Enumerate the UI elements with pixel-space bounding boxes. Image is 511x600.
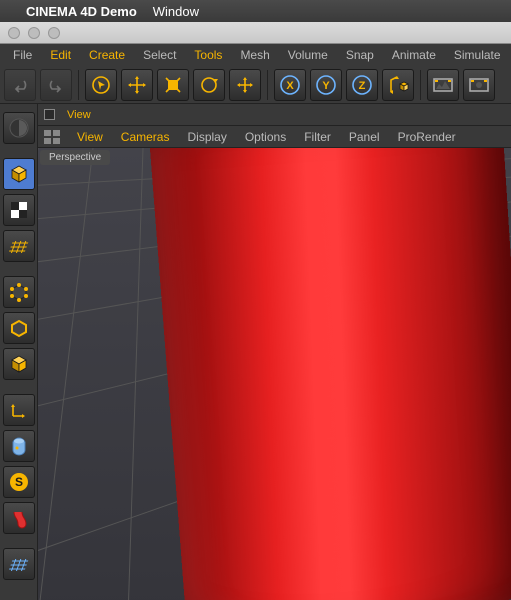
viewmenu-options[interactable]: Options xyxy=(238,128,293,146)
svg-text:S: S xyxy=(14,475,22,489)
undo-button[interactable] xyxy=(4,69,36,101)
z-axis-lock-button[interactable]: Z xyxy=(346,69,378,101)
live-select-tool-button[interactable] xyxy=(85,69,117,101)
viewmenu-cameras[interactable]: Cameras xyxy=(114,128,177,146)
menu-create[interactable]: Create xyxy=(82,46,132,64)
viewport-panel: View View Cameras Display Options Filter… xyxy=(38,104,511,600)
snap-enable-button[interactable]: S xyxy=(3,466,35,498)
axis-mode-button[interactable] xyxy=(3,394,35,426)
menu-simulate[interactable]: Simulate xyxy=(447,46,508,64)
viewmenu-view[interactable]: View xyxy=(70,128,110,146)
move-tool-button[interactable] xyxy=(121,69,153,101)
svg-text:X: X xyxy=(286,80,294,92)
menu-snap[interactable]: Snap xyxy=(339,46,381,64)
mac-menu-window[interactable]: Window xyxy=(153,4,199,19)
menu-file[interactable]: File xyxy=(6,46,39,64)
x-axis-lock-button[interactable]: X xyxy=(274,69,306,101)
mac-app-name[interactable]: CINEMA 4D Demo xyxy=(26,4,137,19)
texture-mode-button[interactable] xyxy=(3,194,35,226)
viewport-header: View xyxy=(38,104,511,126)
workplane-mode-button[interactable] xyxy=(3,230,35,262)
workplane-grid-button[interactable] xyxy=(3,548,35,580)
main-toolbar: X Y Z xyxy=(0,66,511,104)
app-menubar: File Edit Create Select Tools Mesh Volum… xyxy=(0,44,511,66)
viewport-menubar: View Cameras Display Options Filter Pane… xyxy=(38,126,511,148)
mac-menubar: CINEMA 4D Demo Window xyxy=(0,0,511,22)
edges-mode-button[interactable] xyxy=(3,312,35,344)
soft-selection-button[interactable] xyxy=(3,502,35,534)
window-titlebar xyxy=(0,22,511,44)
svg-text:Y: Y xyxy=(322,80,330,92)
viewmenu-prorender[interactable]: ProRender xyxy=(391,128,463,146)
viewmenu-display[interactable]: Display xyxy=(180,128,233,146)
mode-sidebar: S xyxy=(0,104,38,600)
render-view-button[interactable] xyxy=(427,69,459,101)
render-settings-button[interactable] xyxy=(463,69,495,101)
model-mode-button[interactable] xyxy=(3,158,35,190)
viewport-solo-button[interactable] xyxy=(3,430,35,462)
menu-mesh[interactable]: Mesh xyxy=(233,46,276,64)
viewmenu-panel[interactable]: Panel xyxy=(342,128,387,146)
rotate-tool-button[interactable] xyxy=(193,69,225,101)
viewport-camera-label: Perspective xyxy=(40,150,110,165)
make-editable-button[interactable] xyxy=(3,112,35,144)
menu-animate[interactable]: Animate xyxy=(385,46,443,64)
menu-edit[interactable]: Edit xyxy=(43,46,78,64)
perspective-viewport[interactable]: Perspective xyxy=(38,148,511,600)
viewport-layout-icon[interactable] xyxy=(44,130,60,144)
menu-volume[interactable]: Volume xyxy=(281,46,335,64)
viewport-checkbox[interactable] xyxy=(44,109,55,120)
coordinate-system-button[interactable] xyxy=(382,69,414,101)
traffic-minimize-icon[interactable] xyxy=(28,27,40,39)
viewmenu-filter[interactable]: Filter xyxy=(297,128,338,146)
scale-tool-button[interactable] xyxy=(157,69,189,101)
traffic-close-icon[interactable] xyxy=(8,27,20,39)
points-mode-button[interactable] xyxy=(3,276,35,308)
viewport-header-label: View xyxy=(67,109,91,121)
redo-button[interactable] xyxy=(40,69,72,101)
polygons-mode-button[interactable] xyxy=(3,348,35,380)
recent-tool-button[interactable] xyxy=(229,69,261,101)
svg-text:Z: Z xyxy=(359,80,366,92)
y-axis-lock-button[interactable]: Y xyxy=(310,69,342,101)
cylinder-object[interactable] xyxy=(168,148,511,600)
menu-tools[interactable]: Tools xyxy=(187,46,229,64)
traffic-zoom-icon[interactable] xyxy=(48,27,60,39)
menu-select[interactable]: Select xyxy=(136,46,183,64)
